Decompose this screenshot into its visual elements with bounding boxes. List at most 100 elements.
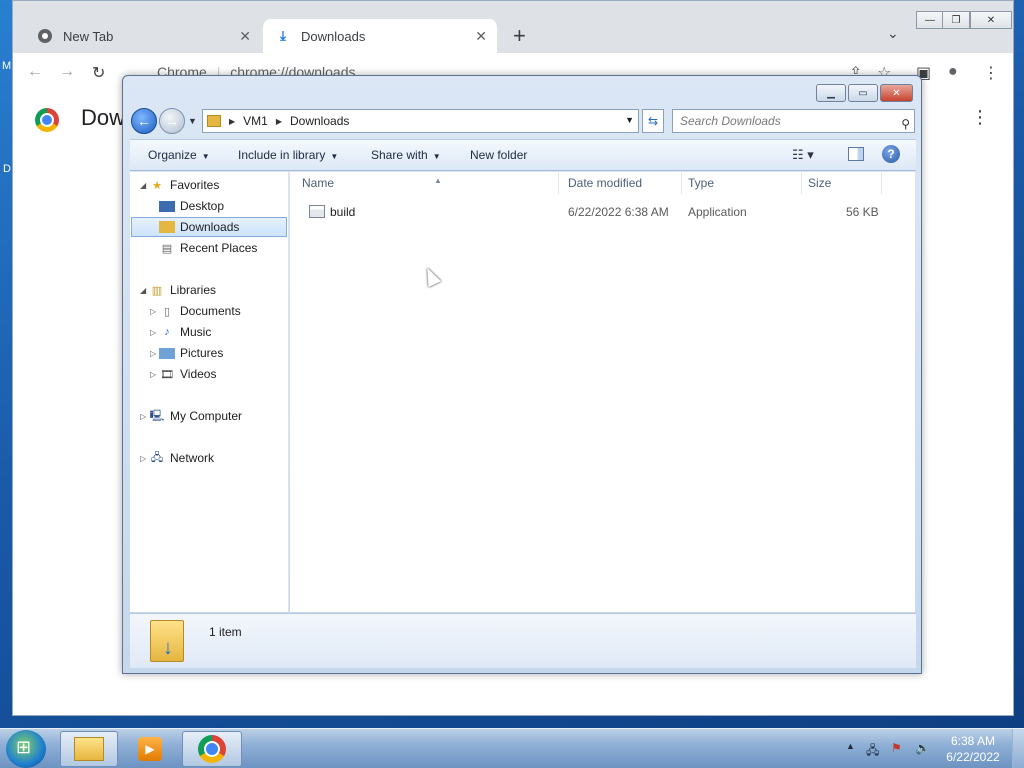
close-button[interactable]: ✕ [880,84,913,102]
close-button[interactable]: ✕ [970,11,1012,29]
breadcrumb-downloads[interactable]: Downloads [290,114,349,128]
nav-recent-places[interactable]: ▤ Recent Places [159,238,258,258]
address-dropdown-icon[interactable]: ▼ [625,115,634,125]
profile-avatar-icon[interactable]: ● [948,63,958,81]
title-bar[interactable]: ▁ ▭ ✕ [123,76,921,106]
tab-downloads[interactable]: ⤓ Downloads ✕ [263,19,497,53]
expand-icon[interactable]: ▷ [150,370,156,379]
start-button[interactable] [6,730,46,768]
organize-button[interactable]: Organize ▼ [148,148,210,162]
menu-kebab-icon[interactable]: ⋮ [983,63,999,83]
share-with-button[interactable]: Share with ▼ [371,148,441,162]
taskbar-explorer-button[interactable] [60,731,118,767]
explorer-window: ▁ ▭ ✕ ← → ▼ ▶ VM1 ▶ Downloads ▼ ⇆ Search… [122,75,922,674]
forward-icon[interactable]: → [59,63,75,81]
column-header-name[interactable]: Name ▲ [296,172,559,194]
desktop-icon-label: M [2,60,12,72]
volume-icon[interactable]: 🔈 [915,741,930,755]
include-in-library-button[interactable]: Include in library ▼ [238,148,338,162]
change-view-icon[interactable]: ☷ ▾ [792,147,814,163]
taskbar: ▶ ▲ 🖧 ⚑ 🔈 6:38 AM 6/22/2022 [0,728,1024,768]
nav-pictures[interactable]: Pictures [159,343,223,363]
pictures-icon [159,347,175,359]
collapse-icon[interactable]: ◢ [140,181,146,190]
breadcrumb-separator-icon[interactable]: ▶ [229,117,235,126]
search-icon[interactable]: ⚲ [901,113,910,135]
downloads-folder-icon [150,620,184,662]
computer-icon: 🖳 [149,409,165,422]
back-button[interactable]: ← [131,108,157,134]
file-name[interactable]: build [330,205,355,219]
nav-downloads[interactable]: Downloads [131,217,287,237]
taskbar-chrome-button[interactable] [182,731,242,767]
nav-my-computer[interactable]: 🖳 My Computer [149,406,242,426]
tab-search-chevron-icon[interactable]: ⌄ [887,25,899,42]
documents-icon: ▯ [163,305,171,318]
breadcrumb-vm1[interactable]: VM1 [243,114,268,128]
search-placeholder: Search Downloads [680,114,781,128]
action-center-flag-icon[interactable]: ⚑ [891,741,902,755]
nav-videos[interactable]: 🎞 Videos [159,364,216,384]
show-desktop-button[interactable] [1012,729,1024,768]
chrome-logo-icon [35,108,59,132]
maximize-button[interactable]: ▭ [848,84,878,102]
address-bar-row: ← → ▼ ▶ VM1 ▶ Downloads ▼ ⇆ Search Downl… [131,106,915,136]
download-icon: ⤓ [280,28,286,43]
command-bar: Organize ▼ Include in library ▼ Share with… [130,139,916,171]
close-tab-icon[interactable]: ✕ [475,28,487,45]
page-title: Dow [81,105,126,130]
column-header-type[interactable]: Type [682,172,802,194]
collapse-icon[interactable]: ◢ [140,286,146,295]
file-list: Name ▲ Date modified Type Size build 6/2… [290,172,915,612]
tab-new-tab[interactable]: New Tab ✕ [25,19,261,53]
address-box[interactable]: ▶ VM1 ▶ Downloads ▼ [202,109,639,133]
nav-music[interactable]: ♪ Music [159,322,211,342]
expand-icon[interactable]: ▷ [140,412,146,421]
restore-button[interactable]: ❐ [942,11,970,29]
forward-button[interactable]: → [159,108,185,134]
new-folder-button[interactable]: New folder [470,148,527,162]
star-icon: ★ [152,179,162,192]
nav-desktop[interactable]: Desktop [159,196,224,216]
taskbar-media-player-button[interactable]: ▶ [122,731,178,767]
nav-network[interactable]: 🖧 Network [149,448,214,468]
expand-icon[interactable]: ▷ [150,349,156,358]
videos-icon: 🎞 [160,368,174,381]
recent-places-icon: ▤ [161,242,173,255]
folder-icon [74,737,104,761]
reload-icon[interactable]: ↻ [92,63,105,83]
show-hidden-icons-chevron-icon[interactable]: ▲ [846,741,855,751]
search-input[interactable]: Search Downloads ⚲ [672,109,915,133]
network-tray-icon[interactable]: 🖧 [866,741,879,762]
expand-icon[interactable]: ▷ [150,328,156,337]
minimize-button[interactable]: ▁ [816,84,846,102]
back-icon[interactable]: ← [27,63,43,81]
help-icon[interactable]: ? [882,145,900,163]
close-tab-icon[interactable]: ✕ [239,28,251,45]
system-clock[interactable]: 6:38 AM 6/22/2022 [940,733,1006,765]
file-size: 56 KB [846,205,879,219]
nav-documents[interactable]: ▯ Documents [159,301,241,321]
nav-favorites[interactable]: ★ Favorites [149,175,219,195]
minimize-button[interactable]: — [916,11,944,29]
expand-icon[interactable]: ▷ [150,307,156,316]
application-icon [309,205,325,218]
expand-icon[interactable]: ▷ [140,454,146,463]
column-header-date-modified[interactable]: Date modified [562,172,682,194]
clock-time: 6:38 AM [950,734,996,748]
tab-strip: New Tab ✕ ⤓ Downloads ✕ + ⌄ — ❐ ✕ [13,1,1013,53]
libraries-icon: ▥ [151,284,163,297]
clock-date: 6/22/2022 [946,750,1000,764]
recent-pages-chevron-icon[interactable]: ▼ [188,116,197,126]
preview-pane-icon[interactable] [848,147,864,161]
file-type: Application [688,205,747,219]
media-player-icon: ▶ [138,737,162,761]
desktop-icon-label: D [3,163,11,175]
refresh-icon[interactable]: ⇆ [642,109,664,133]
downloads-menu-icon[interactable]: ⋮ [971,107,989,128]
breadcrumb-separator-icon[interactable]: ▶ [276,117,282,126]
new-tab-button[interactable]: + [513,23,526,49]
nav-libraries[interactable]: ▥ Libraries [149,280,216,300]
column-header-size[interactable]: Size [802,172,882,194]
sort-ascending-icon: ▲ [434,176,442,185]
